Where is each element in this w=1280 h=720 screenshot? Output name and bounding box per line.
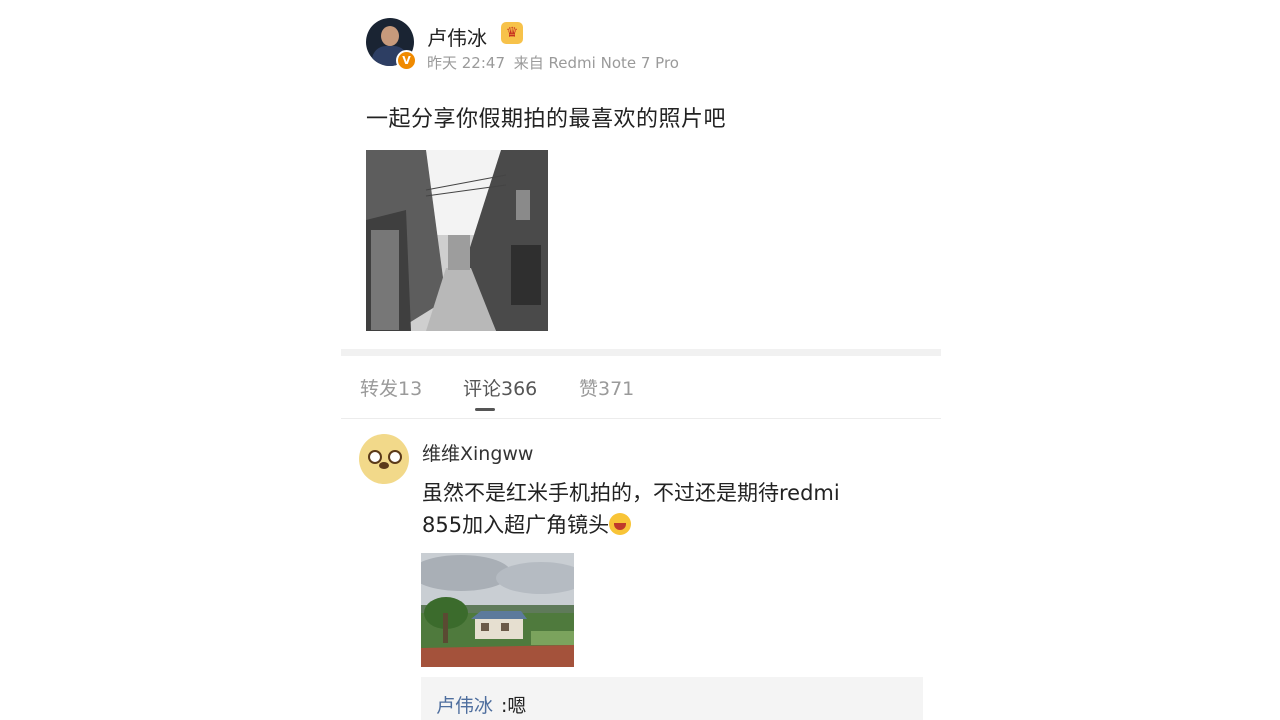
- commenter-avatar[interactable]: [359, 434, 409, 484]
- reply-preview[interactable]: 卢伟冰 :嗯: [421, 677, 923, 720]
- post-image[interactable]: [366, 150, 548, 331]
- tab-comments[interactable]: 评论366: [463, 374, 537, 401]
- poster-name[interactable]: 卢伟冰: [427, 22, 487, 51]
- post-tabs: 转发13 评论366 赞371: [341, 356, 941, 419]
- post-source: 来自 Redmi Note 7 Pro: [513, 54, 679, 72]
- laugh-icon: [609, 513, 632, 535]
- tab-repost[interactable]: 转发13: [360, 374, 422, 401]
- house-landscape-photo-icon: [421, 553, 574, 667]
- comment-text: 虽然不是红米手机拍的，不过还是期待redmi 855加入超广角镜头: [422, 477, 922, 541]
- post-meta: 昨天 22:47 来自 Redmi Note 7 Pro: [427, 52, 683, 73]
- weibo-post-screen: V 卢伟冰 ♛ 昨天 22:47 来自 Redmi Note 7 Pro 一起分…: [341, 0, 941, 720]
- post-time: 昨天 22:47: [427, 54, 505, 72]
- reply-text: :嗯: [501, 695, 527, 717]
- tab-likes[interactable]: 赞371: [579, 374, 634, 401]
- member-crown-icon: ♛: [501, 22, 523, 44]
- comment-image[interactable]: [421, 553, 574, 667]
- active-tab-indicator: [475, 408, 495, 411]
- comment-line-2: 855加入超广角镜头: [422, 509, 922, 541]
- reply-author[interactable]: 卢伟冰: [436, 691, 493, 718]
- section-divider: [341, 349, 941, 356]
- verified-badge-icon: V: [396, 50, 417, 71]
- comment-line-1: 虽然不是红米手机拍的，不过还是期待redmi: [422, 481, 840, 505]
- post-text: 一起分享你假期拍的最喜欢的照片吧: [366, 107, 727, 132]
- alley-photo-icon: [366, 150, 548, 331]
- commenter-name[interactable]: 维维Xingww: [422, 439, 533, 466]
